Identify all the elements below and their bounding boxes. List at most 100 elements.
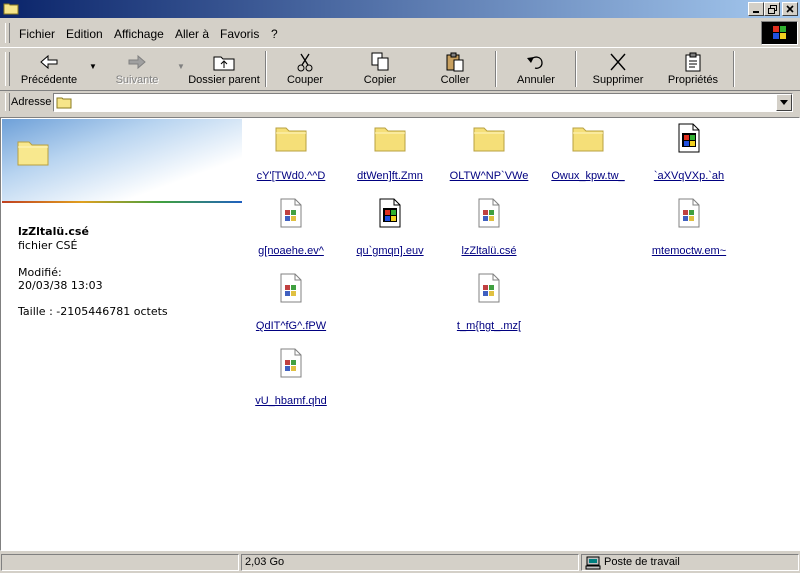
toolbar-grip[interactable] [5,52,10,86]
windows-logo [761,21,798,45]
file-item[interactable]: g[noaehe.ev^ [241,197,341,257]
properties-icon [685,52,701,72]
generic-file-icon [275,197,307,229]
toolbar-separator [265,51,267,87]
application-icon [374,197,406,229]
status-bar: 2,03 Go Poste de travail [0,552,800,573]
menu-grip[interactable] [5,23,10,43]
folder-icon [374,122,406,154]
forward-button[interactable]: Suivante [100,48,174,90]
folder-icon [17,141,49,166]
file-item[interactable]: vU_hbamf.qhd [241,347,341,407]
generic-file-icon [275,347,307,379]
back-arrow-icon [40,54,58,70]
minimize-icon [753,11,759,13]
cut-button[interactable]: Couper [273,48,337,90]
file-item[interactable]: OLTW^NP`VWe [439,122,539,182]
delete-x-icon [610,53,626,71]
modified-value: 20/03/38 13:03 [18,279,103,292]
application-icon [673,122,705,154]
modified-label: Modifié: [18,266,62,279]
address-input[interactable] [53,93,793,112]
toolbar-separator [495,51,497,87]
scissors-icon [297,53,313,72]
file-item[interactable]: t_m{hgt_.mz[ [439,272,539,332]
file-name: cY'[TWd0.^^D [256,170,326,182]
address-grip[interactable] [5,93,10,111]
file-item[interactable]: qu`gmqn].euv [340,197,440,257]
file-item[interactable]: Owux_kpw.tw_ [538,122,638,182]
file-name: lzZltalü.csé [461,245,517,257]
menu-affichage[interactable]: Affichage [114,27,164,41]
folder-icon [572,122,604,154]
panel-divider [2,201,242,203]
menu-aller-a[interactable]: Aller à [175,27,209,41]
delete-button[interactable]: Supprimer [584,48,652,90]
copy-icon [371,52,389,71]
toolbar-separator [733,51,735,87]
menu-fichier[interactable]: Fichier [19,27,55,41]
file-item[interactable]: lzZltalü.csé [439,197,539,257]
paste-button[interactable]: Coller [423,48,487,90]
restore-button[interactable] [764,2,780,16]
file-item[interactable]: dtWen]ft.Zmn [340,122,440,182]
generic-file-icon [473,197,505,229]
details-panel: lzZltalü.csé fichier CSÉ Modifié: 20/03/… [2,119,242,549]
close-button[interactable] [782,2,798,16]
close-icon [786,5,794,13]
file-name: OLTW^NP`VWe [449,170,529,182]
file-name: t_m{hgt_.mz[ [456,320,522,332]
forward-arrow-icon [128,54,146,70]
standard-toolbar: Précédente ▼ Suivante ▼ Dossier parent C… [0,47,800,91]
file-size: Taille : -2105446781 octets [18,305,168,318]
menu-edition[interactable]: Edition [66,27,103,41]
address-label: Adresse [11,96,52,108]
forward-dropdown-arrow[interactable]: ▼ [177,62,185,71]
generic-file-icon [673,197,705,229]
status-zone: Poste de travail [581,554,799,571]
file-name: vU_hbamf.qhd [255,395,327,407]
selected-file-type: fichier CSÉ [18,239,78,252]
file-name: dtWen]ft.Zmn [357,170,423,182]
undo-button[interactable]: Annuler [504,48,568,90]
file-item[interactable]: cY'[TWd0.^^D [241,122,341,182]
status-disk-size: 2,03 Go [241,554,579,571]
minimize-button[interactable] [748,2,764,16]
folder-icon [3,3,19,15]
file-item[interactable]: QdIT^fG^.fPW [241,272,341,332]
file-name: QdIT^fG^.fPW [255,320,327,332]
up-folder-button[interactable]: Dossier parent [186,48,262,90]
address-bar: Adresse [0,91,800,114]
folder-view[interactable]: lzZltalü.csé fichier CSÉ Modifié: 20/03/… [0,117,800,551]
folder-icon [275,122,307,154]
file-name: `aXVqVXp.`ah [653,170,725,182]
windows-flag-icon [773,26,786,39]
file-item[interactable]: mtemoctw.em~ [639,197,739,257]
address-dropdown-button[interactable] [776,94,792,111]
undo-icon [527,56,543,69]
chevron-down-icon [780,100,788,105]
file-name: Owux_kpw.tw_ [551,170,625,182]
menu-favoris[interactable]: Favoris [220,27,259,41]
properties-button[interactable]: Propriétés [660,48,726,90]
selected-file-name: lzZltalü.csé [18,225,89,238]
generic-file-icon [275,272,307,304]
status-zone-label: Poste de travail [604,556,680,568]
file-item[interactable]: `aXVqVXp.`ah [639,122,739,182]
back-button[interactable]: Précédente [12,48,86,90]
my-computer-icon [585,556,601,570]
status-message [1,554,239,571]
back-dropdown-arrow[interactable]: ▼ [89,62,97,71]
menu-bar: Fichier Edition Affichage Aller à Favori… [0,20,800,47]
folder-icon [56,97,72,109]
file-name: g[noaehe.ev^ [258,245,324,257]
file-name: qu`gmqn].euv [356,245,424,257]
file-name: mtemoctw.em~ [651,245,727,257]
menu-help[interactable]: ? [271,27,278,41]
restore-icon [767,4,777,14]
toolbar-separator [575,51,577,87]
folder-up-icon [213,56,235,71]
folder-icon [473,122,505,154]
copy-button[interactable]: Copier [348,48,412,90]
title-bar [0,0,800,18]
